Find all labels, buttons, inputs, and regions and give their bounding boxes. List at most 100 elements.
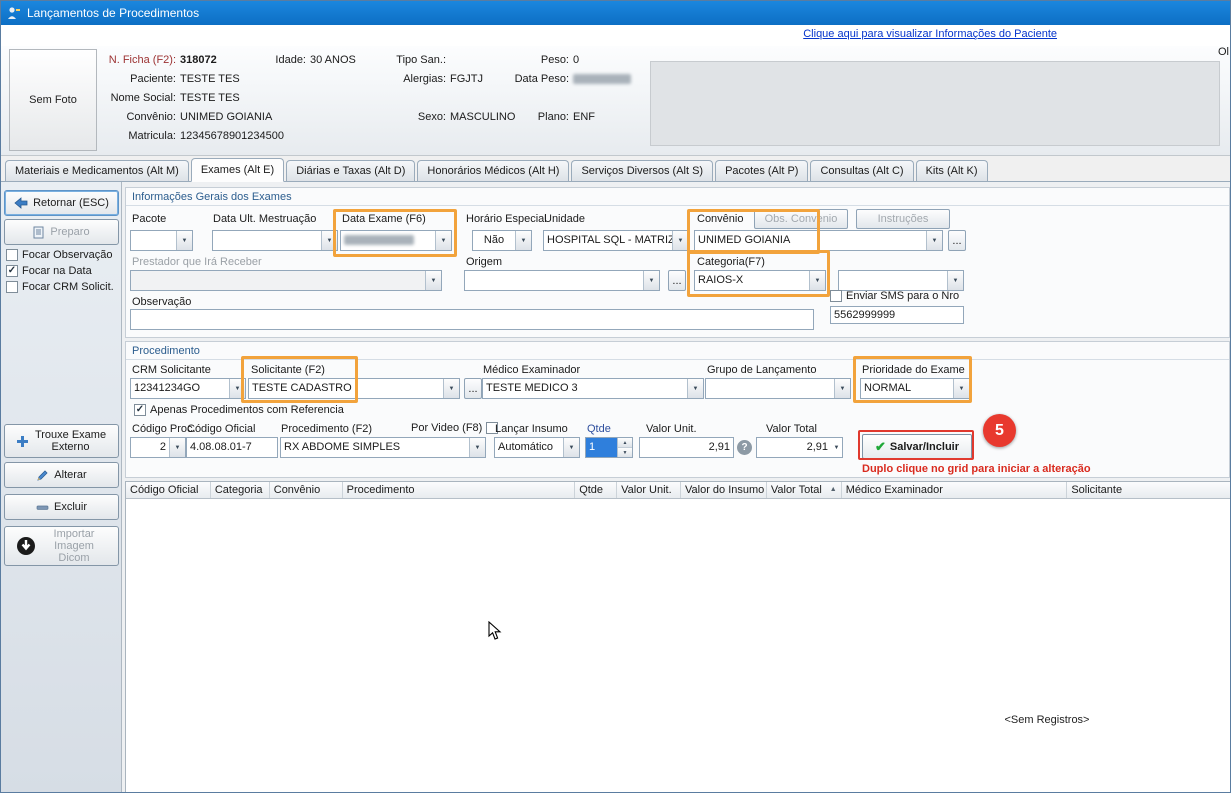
codigo-proc-combo[interactable]: 2 ▼ (130, 437, 186, 458)
col-convenio[interactable]: Convênio (270, 482, 343, 498)
trouxe-exame-externo-button[interactable]: Trouxe Exame Externo (4, 424, 119, 458)
retornar-button[interactable]: Retornar (ESC) (4, 190, 119, 216)
alterar-button[interactable]: Alterar (4, 462, 119, 488)
tab-exames[interactable]: Exames (Alt E) (191, 158, 284, 182)
instrucoes-button[interactable]: Instruções (856, 209, 950, 229)
prioridade-combo[interactable]: NORMAL ▼ (860, 378, 970, 399)
col-medico-examinador[interactable]: Médico Examinador (842, 482, 1068, 498)
exam-info-group-title: Informações Gerais dos Exames (132, 191, 292, 203)
focar-na-data-checkbox[interactable]: ✓ Focar na Data (6, 265, 92, 277)
convenio-more-button[interactable]: ... (948, 230, 966, 251)
col-solicitante[interactable]: Solicitante (1067, 482, 1231, 498)
checkbox-box (6, 249, 18, 261)
help-icon[interactable]: ? (737, 440, 752, 455)
alergias-value: FGJTJ (450, 73, 483, 85)
tab-materiais[interactable]: Materiais e Medicamentos (Alt M) (5, 160, 189, 181)
step-badge: 5 (983, 414, 1016, 447)
data-ult-mestruacao-combo[interactable]: ▼ (212, 230, 338, 251)
importar-dicom-button[interactable]: Importar Imagem Dicom (4, 526, 119, 566)
checkbox-box: ✓ (6, 265, 18, 277)
origem-combo[interactable]: ▼ (464, 270, 660, 291)
codigo-oficial-label: Código Oficial (187, 423, 255, 435)
categoria-combo[interactable]: RAIOS-X ▼ (694, 270, 826, 291)
observacao-input[interactable] (130, 309, 814, 330)
prestador-combo[interactable]: ▼ (130, 270, 442, 291)
procedimento-combo[interactable]: RX ABDOME SIMPLES ▼ (280, 437, 486, 458)
patient-header: Sem Foto N. Ficha (F2): 318072 Paciente:… (1, 46, 1231, 156)
main-panel: Informações Gerais dos Exames Pacote Dat… (122, 182, 1231, 793)
chevron-down-icon: ▼ (321, 231, 337, 250)
procedimento-label: Procedimento (F2) (281, 423, 372, 435)
chevron-down-icon: ▼ (169, 438, 185, 457)
convenio-combo[interactable]: UNIMED GOIANIA ▼ (694, 230, 943, 251)
horario-especial-label: Horário Especial (466, 213, 547, 225)
nome-social-label: Nome Social: (61, 92, 176, 104)
categoria-extra-combo[interactable]: ▼ (838, 270, 964, 291)
valor-unit-label: Valor Unit. (646, 423, 697, 435)
paciente-value: TESTE TES (180, 73, 240, 85)
pencil-icon (36, 469, 49, 482)
codigo-oficial-input[interactable]: 4.08.08.01-7 (186, 437, 278, 458)
obs-convenio-button[interactable]: Obs. Convenio (754, 209, 848, 229)
chevron-down-icon: ▼ (672, 231, 688, 250)
por-video-checkbox[interactable]: Por Video (F8) (411, 422, 498, 434)
col-valor-unit[interactable]: Valor Unit. (617, 482, 681, 498)
patient-info-link[interactable]: Clique aqui para visualizar Informações … (803, 28, 1057, 40)
divider (126, 205, 1229, 206)
grupo-lancamento-combo[interactable]: ▼ (705, 378, 851, 399)
medico-examinador-combo[interactable]: TESTE MEDICO 3 ▼ (482, 378, 704, 399)
col-codigo-oficial[interactable]: Código Oficial (126, 482, 211, 498)
tab-kits[interactable]: Kits (Alt K) (916, 160, 988, 181)
lancar-insumo-combo[interactable]: Automático ▼ (494, 437, 580, 458)
col-categoria[interactable]: Categoria (211, 482, 270, 498)
chevron-down-icon: ▼ (947, 271, 963, 290)
col-valor-total[interactable]: Valor Total ▲ (767, 482, 842, 498)
pacote-combo[interactable]: ▼ (130, 230, 193, 251)
excluir-button[interactable]: Excluir (4, 494, 119, 520)
chevron-down-icon: ▼ (831, 438, 842, 457)
solicitante-more-button[interactable]: ... (464, 378, 482, 399)
preparo-button[interactable]: Preparo (4, 219, 119, 245)
horario-especial-combo[interactable]: Não ▼ (472, 230, 532, 251)
col-valor-insumo[interactable]: Valor do Insumo (681, 482, 767, 498)
tab-honorarios[interactable]: Honorários Médicos (Alt H) (417, 160, 569, 181)
grid-edit-hint: Duplo clique no grid para iniciar a alte… (862, 463, 1091, 475)
solicitante-combo[interactable]: TESTE CADASTRO ▼ (248, 378, 460, 399)
salvar-incluir-button[interactable]: ✔ Salvar/Incluir (862, 434, 972, 459)
tab-consultas[interactable]: Consultas (Alt C) (810, 160, 913, 181)
unidade-label: Unidade (544, 213, 585, 225)
col-qtde[interactable]: Qtde (575, 482, 617, 498)
lancar-insumo-label: Lançar Insumo (495, 423, 568, 435)
sidebar: Retornar (ESC) Preparo Focar Observação … (1, 182, 122, 793)
tab-bar: Materiais e Medicamentos (Alt M) Exames … (1, 158, 1231, 182)
tab-pacotes[interactable]: Pacotes (Alt P) (715, 160, 808, 181)
apenas-referencia-checkbox[interactable]: ✓ Apenas Procedimentos com Referencia (134, 404, 344, 416)
chevron-down-icon: ▼ (435, 231, 451, 250)
procedures-grid-body[interactable]: <Sem Registros> (126, 499, 1231, 793)
data-exame-redacted-value (344, 235, 414, 245)
medico-examinador-label: Médico Examinador (483, 364, 580, 376)
enviar-sms-checkbox[interactable]: Enviar SMS para o Nro (830, 290, 959, 302)
origem-label: Origem (466, 256, 502, 268)
tab-servicos[interactable]: Serviços Diversos (Alt S) (571, 160, 713, 181)
chevron-down-icon: ▼ (515, 231, 531, 250)
procedures-window: Lançamentos de Procedimentos Clique aqui… (0, 0, 1231, 793)
crm-solicitante-combo[interactable]: 12341234GO ▼ (130, 378, 246, 399)
matricula-value: 12345678901234500 (180, 130, 284, 142)
focar-crm-solicit-checkbox[interactable]: Focar CRM Solicit. (6, 281, 114, 293)
data-exame-combo[interactable]: ▼ (340, 230, 452, 251)
sms-number-input[interactable]: 5562999999 (830, 306, 964, 324)
focar-observacao-checkbox[interactable]: Focar Observação (6, 249, 112, 261)
qtde-stepper[interactable]: 1 ▲ ▼ (585, 437, 633, 458)
chevron-down-icon: ▼ (809, 271, 825, 290)
chevron-down-icon: ▼ (176, 231, 192, 250)
solicitante-label: Solicitante (F2) (251, 364, 325, 376)
valor-unit-input[interactable]: 2,91 (639, 437, 734, 458)
tab-diarias[interactable]: Diárias e Taxas (Alt D) (286, 160, 415, 181)
valor-total-input[interactable]: 2,91 ▼ (756, 437, 843, 458)
origem-more-button[interactable]: ... (668, 270, 686, 291)
col-procedimento[interactable]: Procedimento (343, 482, 576, 498)
spinner-down-icon[interactable]: ▼ (618, 448, 632, 457)
unidade-combo[interactable]: HOSPITAL SQL - MATRIZ ▼ (543, 230, 689, 251)
spinner-up-icon[interactable]: ▲ (618, 438, 632, 448)
